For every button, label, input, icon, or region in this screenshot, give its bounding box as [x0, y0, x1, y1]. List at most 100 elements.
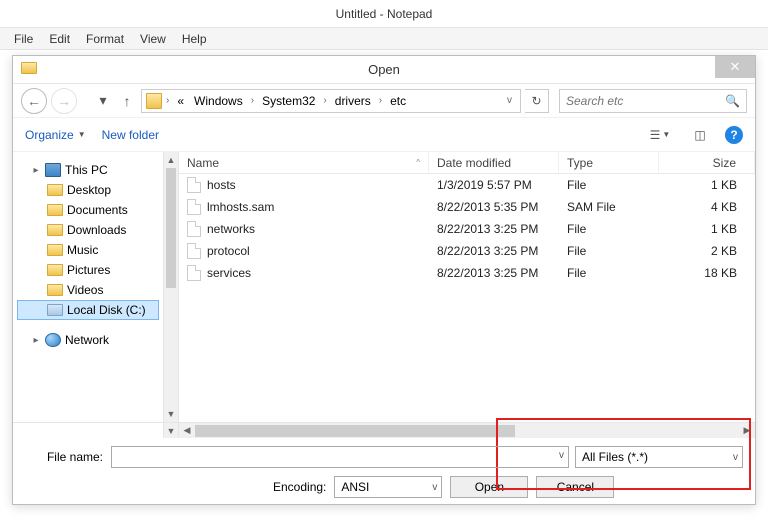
file-row[interactable]: lmhosts.sam8/22/2013 5:35 PMSAM File4 KB — [179, 196, 755, 218]
tree-videos[interactable]: Videos — [17, 280, 159, 300]
tree-music[interactable]: Music — [17, 240, 159, 260]
tree-desktop[interactable]: Desktop — [17, 180, 159, 200]
file-name: hosts — [207, 178, 236, 192]
view-options-button[interactable]: ☰ ▼ — [645, 124, 675, 146]
nav-row: ← → ▾ ↑ › « Windows › System32 › drivers… — [13, 84, 755, 118]
file-row[interactable]: services8/22/2013 3:25 PMFile18 KB — [179, 262, 755, 284]
scroll-right-icon[interactable]: ▶ — [739, 425, 755, 436]
up-button[interactable]: ↑ — [117, 93, 137, 109]
crumb-drivers[interactable]: drivers — [331, 94, 375, 108]
file-hscrollbar[interactable]: ◀ ▶ — [179, 423, 755, 438]
column-date[interactable]: Date modified — [429, 152, 559, 173]
tree-label: Pictures — [67, 263, 110, 277]
tree-label: Downloads — [67, 223, 126, 237]
tree-local-disk[interactable]: Local Disk (C:) — [17, 300, 159, 320]
crumb-etc[interactable]: etc — [386, 94, 410, 108]
forward-button[interactable]: → — [51, 88, 77, 114]
dialog-title: Open — [368, 62, 400, 77]
tree-documents[interactable]: Documents — [17, 200, 159, 220]
menu-help[interactable]: Help — [174, 30, 215, 48]
encoding-select[interactable]: ANSI v — [334, 476, 442, 498]
file-row[interactable]: protocol8/22/2013 3:25 PMFile2 KB — [179, 240, 755, 262]
chevron-right-icon[interactable]: › — [377, 95, 384, 106]
menu-file[interactable]: File — [6, 30, 41, 48]
caret-icon[interactable]: ▸ — [31, 165, 41, 176]
tree-downloads[interactable]: Downloads — [17, 220, 159, 240]
open-button[interactable]: Open — [450, 476, 528, 498]
tree-this-pc[interactable]: ▸ This PC — [17, 160, 159, 180]
tree-scrollbar[interactable]: ▲ ▼ — [163, 152, 179, 422]
file-size: 2 KB — [659, 244, 755, 258]
chevron-down-icon[interactable]: v — [432, 482, 437, 493]
help-button[interactable]: ? — [725, 126, 743, 144]
dialog-icon — [21, 62, 37, 78]
tree-label: Videos — [67, 283, 103, 297]
sort-indicator-icon: ^ — [416, 158, 420, 167]
file-type: File — [559, 222, 659, 236]
chevron-down-icon[interactable]: v — [733, 452, 738, 463]
file-date: 8/22/2013 3:25 PM — [429, 244, 559, 258]
chevron-right-icon[interactable]: › — [321, 95, 328, 106]
tree-pictures[interactable]: Pictures — [17, 260, 159, 280]
scroll-down-icon[interactable]: ▼ — [164, 406, 178, 422]
menu-edit[interactable]: Edit — [41, 30, 78, 48]
menu-format[interactable]: Format — [78, 30, 132, 48]
refresh-button[interactable]: ↻ — [525, 89, 549, 113]
newfolder-button[interactable]: New folder — [102, 128, 159, 142]
column-size[interactable]: Size — [659, 152, 755, 173]
scroll-left-icon[interactable]: ◀ — [179, 425, 195, 436]
file-name: networks — [207, 222, 255, 236]
folder-icon — [47, 184, 63, 196]
file-date: 8/22/2013 3:25 PM — [429, 266, 559, 280]
tree-label: Network — [65, 333, 109, 347]
file-name: lmhosts.sam — [207, 200, 274, 214]
chevron-down-icon[interactable]: v — [559, 450, 564, 461]
file-type: File — [559, 244, 659, 258]
cancel-button[interactable]: Cancel — [536, 476, 614, 498]
crumb-windows[interactable]: Windows — [190, 94, 247, 108]
search-input[interactable] — [566, 94, 740, 108]
column-type[interactable]: Type — [559, 152, 659, 173]
tree-scroll-down-icon[interactable]: ▼ — [163, 423, 179, 438]
folder-icon — [47, 244, 63, 256]
menu-view[interactable]: View — [132, 30, 174, 48]
crumb-system32[interactable]: System32 — [258, 94, 319, 108]
crumb-overflow[interactable]: « — [173, 94, 188, 108]
search-icon: 🔍 — [725, 94, 740, 108]
scroll-thumb[interactable] — [166, 168, 176, 288]
tree-network[interactable]: ▸ Network — [17, 330, 159, 350]
organize-button[interactable]: Organize ▼ — [25, 128, 86, 142]
back-button[interactable]: ← — [21, 88, 47, 114]
dialog-titlebar: Open ✕ — [13, 56, 755, 84]
column-header-row: Name^ Date modified Type Size — [179, 152, 755, 174]
filetype-select[interactable]: All Files (*.*) v — [575, 446, 743, 468]
disk-icon — [47, 304, 63, 316]
scroll-up-icon[interactable]: ▲ — [164, 152, 178, 168]
chevron-right-icon[interactable]: › — [249, 95, 256, 106]
file-name: services — [207, 266, 251, 280]
column-name[interactable]: Name^ — [179, 152, 429, 173]
body-row: ▸ This PC Desktop Documents Downloads Mu… — [13, 152, 755, 422]
caret-icon[interactable]: ▸ — [31, 335, 41, 346]
close-button[interactable]: ✕ — [715, 56, 755, 78]
tree-label: This PC — [65, 163, 108, 177]
file-type: File — [559, 266, 659, 280]
encoding-label: Encoding: — [273, 480, 334, 494]
recent-dropdown-icon[interactable]: ▾ — [93, 92, 113, 109]
preview-pane-button[interactable]: ◫ — [685, 124, 715, 146]
file-date: 8/22/2013 5:35 PM — [429, 200, 559, 214]
filename-input[interactable]: v — [111, 446, 569, 468]
folder-icon — [47, 264, 63, 276]
hscroll-thumb[interactable] — [195, 425, 515, 437]
breadcrumb[interactable]: › « Windows › System32 › drivers › etc v — [141, 89, 521, 113]
file-list: Name^ Date modified Type Size hosts1/3/2… — [179, 152, 755, 422]
search-box[interactable]: 🔍 — [559, 89, 747, 113]
file-rows: hosts1/3/2019 5:57 PMFile1 KB lmhosts.sam… — [179, 174, 755, 422]
file-row[interactable]: networks8/22/2013 3:25 PMFile1 KB — [179, 218, 755, 240]
chevron-right-icon[interactable]: › — [164, 95, 171, 106]
breadcrumb-dropdown-icon[interactable]: v — [503, 95, 516, 106]
file-size: 4 KB — [659, 200, 755, 214]
file-type: File — [559, 178, 659, 192]
file-row[interactable]: hosts1/3/2019 5:57 PMFile1 KB — [179, 174, 755, 196]
file-size: 1 KB — [659, 178, 755, 192]
